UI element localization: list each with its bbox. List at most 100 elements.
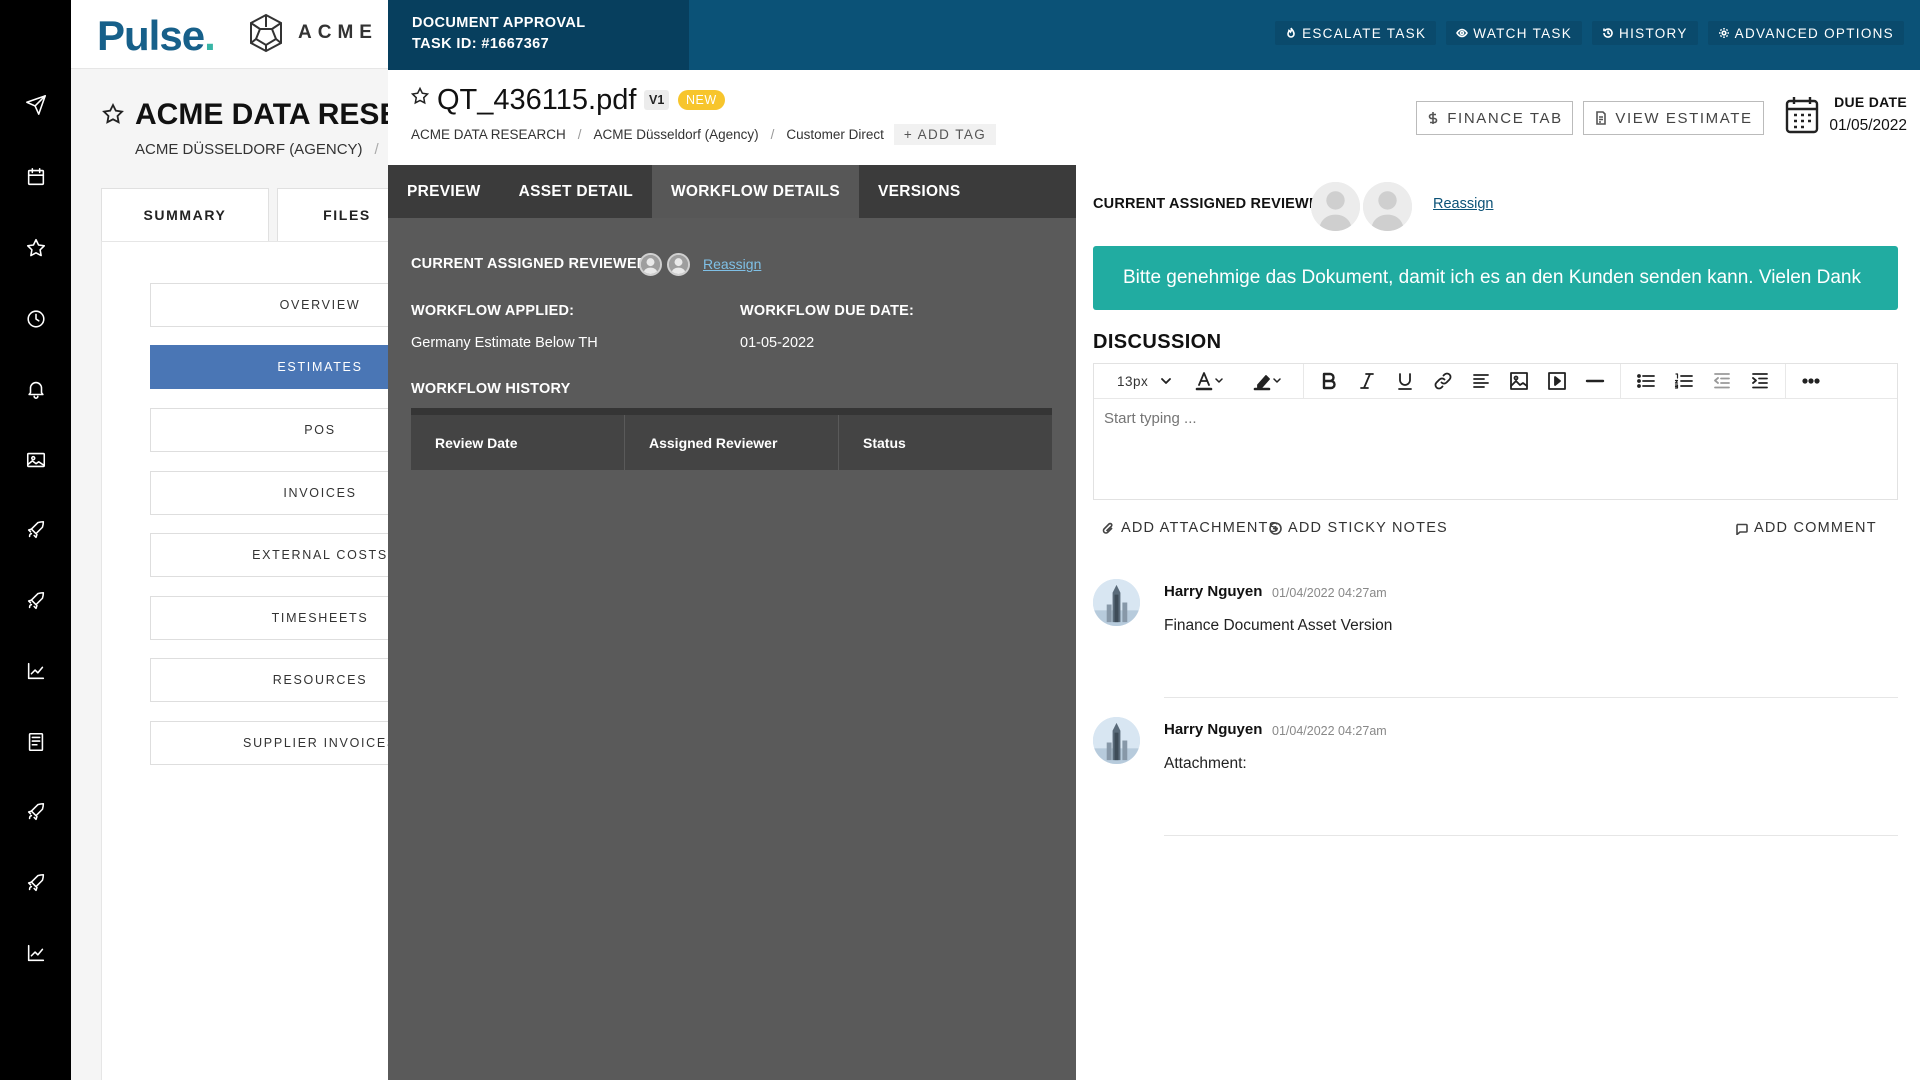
commenter-avatar[interactable] bbox=[1093, 579, 1140, 626]
image-icon bbox=[1510, 372, 1529, 390]
task-title-box: DOCUMENT APPROVAL TASK ID: #1667367 bbox=[388, 0, 689, 70]
favorite-star-icon[interactable] bbox=[101, 102, 125, 126]
finance-tab-label: FINANCE TAB bbox=[1447, 109, 1563, 127]
workflow-applied-value: Germany Estimate Below TH bbox=[411, 335, 598, 351]
pulse-logo[interactable]: Pulse. bbox=[97, 12, 216, 60]
comment-icon bbox=[1736, 523, 1748, 535]
workflow-applied-label: WORKFLOW APPLIED: bbox=[411, 303, 575, 319]
comment-author[interactable]: Harry Nguyen bbox=[1164, 583, 1262, 600]
editor-toolbar: 13px bbox=[1094, 363, 1897, 399]
workflow-history-label: WORKFLOW HISTORY bbox=[411, 381, 571, 397]
italic-icon bbox=[1360, 373, 1375, 389]
underline-icon bbox=[1398, 373, 1413, 390]
view-estimate-button[interactable]: VIEW ESTIMATE bbox=[1583, 101, 1764, 135]
comment-input[interactable] bbox=[1104, 410, 1884, 427]
add-attachments-label: ADD ATTACHMENTS bbox=[1121, 520, 1280, 536]
clock-icon[interactable] bbox=[22, 305, 50, 333]
italic-button[interactable] bbox=[1348, 364, 1386, 399]
underline-button[interactable] bbox=[1386, 364, 1424, 399]
outdent-button[interactable] bbox=[1703, 364, 1741, 399]
more-options-button[interactable] bbox=[1792, 364, 1830, 399]
breadcrumb-project[interactable]: ACME DATA RESEARCH bbox=[411, 127, 566, 142]
due-date-value: 01/05/2022 bbox=[1829, 117, 1907, 134]
column-assigned-reviewer: Assigned Reviewer bbox=[625, 415, 839, 470]
calendar-icon[interactable] bbox=[22, 163, 50, 191]
tab-preview[interactable]: PREVIEW bbox=[388, 165, 500, 218]
bullet-list-button[interactable] bbox=[1627, 364, 1665, 399]
pulse-logo-dot: . bbox=[204, 12, 216, 59]
bold-button[interactable] bbox=[1310, 364, 1348, 399]
rocket-icon[interactable] bbox=[22, 869, 50, 897]
add-sticky-notes-button[interactable]: ADD STICKY NOTES bbox=[1269, 520, 1448, 536]
chart-icon[interactable] bbox=[22, 657, 50, 685]
finance-tab-button[interactable]: FINANCE TAB bbox=[1416, 101, 1573, 135]
reviewer-avatar bbox=[639, 253, 662, 276]
file-breadcrumb: ACME DATA RESEARCH / ACME Düsseldorf (Ag… bbox=[411, 124, 997, 145]
approval-message-text: Bitte genehmige das Dokument, damit ich … bbox=[1123, 267, 1861, 288]
dollar-icon bbox=[1429, 112, 1438, 124]
reviewer-avatar[interactable] bbox=[1311, 182, 1360, 231]
watch-task-button[interactable]: WATCH TASK bbox=[1446, 21, 1583, 45]
workflow-due-date-label: WORKFLOW DUE DATE: bbox=[740, 303, 915, 319]
workflow-history-table: Review Date Assigned Reviewer Status bbox=[411, 408, 1052, 470]
column-review-date: Review Date bbox=[411, 415, 625, 470]
link-button[interactable] bbox=[1424, 364, 1462, 399]
escalate-task-button[interactable]: ESCALATE TASK bbox=[1275, 21, 1437, 45]
add-comment-label: ADD COMMENT bbox=[1754, 520, 1877, 536]
rocket-icon[interactable] bbox=[22, 516, 50, 544]
font-size-select[interactable]: 13px bbox=[1108, 364, 1181, 399]
tab-asset-detail[interactable]: ASSET DETAIL bbox=[500, 165, 652, 218]
bold-icon bbox=[1323, 372, 1336, 390]
tab-versions[interactable]: VERSIONS bbox=[859, 165, 980, 218]
chart-icon[interactable] bbox=[22, 939, 50, 967]
text-color-button[interactable] bbox=[1181, 364, 1239, 399]
discussion-title: DISCUSSION bbox=[1093, 331, 1222, 353]
send-icon[interactable] bbox=[22, 91, 50, 119]
comment-divider bbox=[1164, 697, 1898, 698]
commenter-avatar[interactable] bbox=[1093, 717, 1140, 764]
bell-icon[interactable] bbox=[22, 375, 50, 403]
text-color-icon bbox=[1195, 372, 1224, 391]
align-button[interactable] bbox=[1462, 364, 1500, 399]
document-approval-modal: DOCUMENT APPROVAL TASK ID: #1667367 ESCA… bbox=[388, 0, 1920, 1080]
breadcrumb-customer[interactable]: Customer Direct bbox=[786, 127, 884, 142]
file-name: QT_436115.pdf bbox=[437, 84, 637, 116]
add-attachments-button[interactable]: ADD ATTACHMENTS bbox=[1102, 520, 1279, 536]
comment-timestamp: 01/04/2022 04:27am bbox=[1272, 586, 1387, 600]
acme-logo-text: ACME bbox=[298, 22, 378, 43]
rocket-icon[interactable] bbox=[22, 587, 50, 615]
rocket-icon[interactable] bbox=[22, 798, 50, 826]
horizontal-rule-button[interactable] bbox=[1576, 364, 1614, 399]
star-icon[interactable] bbox=[22, 234, 50, 262]
reviewer-avatar[interactable] bbox=[1363, 182, 1412, 231]
advanced-options-button[interactable]: ADVANCED OPTIONS bbox=[1707, 21, 1904, 45]
paperclip-icon bbox=[1102, 522, 1113, 534]
link-icon bbox=[1434, 372, 1452, 390]
breadcrumb-agency[interactable]: ACME DÜSSELDORF (AGENCY) bbox=[135, 141, 363, 158]
breadcrumb-agency[interactable]: ACME Düsseldorf (Agency) bbox=[594, 127, 759, 142]
indent-button[interactable] bbox=[1741, 364, 1779, 399]
flame-icon bbox=[1287, 27, 1295, 38]
workflow-reassign-link[interactable]: Reassign bbox=[703, 256, 761, 272]
tab-workflow-details[interactable]: WORKFLOW DETAILS bbox=[652, 165, 859, 218]
tab-summary[interactable]: SUMMARY bbox=[101, 188, 269, 241]
history-button[interactable]: HISTORY bbox=[1592, 21, 1698, 45]
workflow-reviewer-label: CURRENT ASSIGNED REVIEWER: bbox=[411, 256, 653, 272]
highlight-color-button[interactable] bbox=[1239, 364, 1297, 399]
comment-author[interactable]: Harry Nguyen bbox=[1164, 721, 1262, 738]
insert-video-button[interactable] bbox=[1538, 364, 1576, 399]
numbered-list-icon bbox=[1675, 373, 1694, 389]
numbered-list-button[interactable] bbox=[1665, 364, 1703, 399]
insert-image-button[interactable] bbox=[1500, 364, 1538, 399]
workflow-due-date-value: 01-05-2022 bbox=[740, 335, 815, 351]
eye-icon bbox=[1456, 28, 1469, 38]
reassign-link[interactable]: Reassign bbox=[1433, 196, 1493, 212]
outdent-icon bbox=[1714, 373, 1731, 389]
history-icon bbox=[1603, 28, 1613, 38]
add-comment-button[interactable]: ADD COMMENT bbox=[1735, 520, 1877, 536]
task-id: TASK ID: #1667367 bbox=[412, 36, 550, 52]
book-icon[interactable] bbox=[22, 728, 50, 756]
add-tag-button[interactable]: + ADD TAG bbox=[893, 124, 997, 145]
file-favorite-star-icon[interactable] bbox=[410, 86, 432, 108]
image-icon[interactable] bbox=[22, 446, 50, 474]
